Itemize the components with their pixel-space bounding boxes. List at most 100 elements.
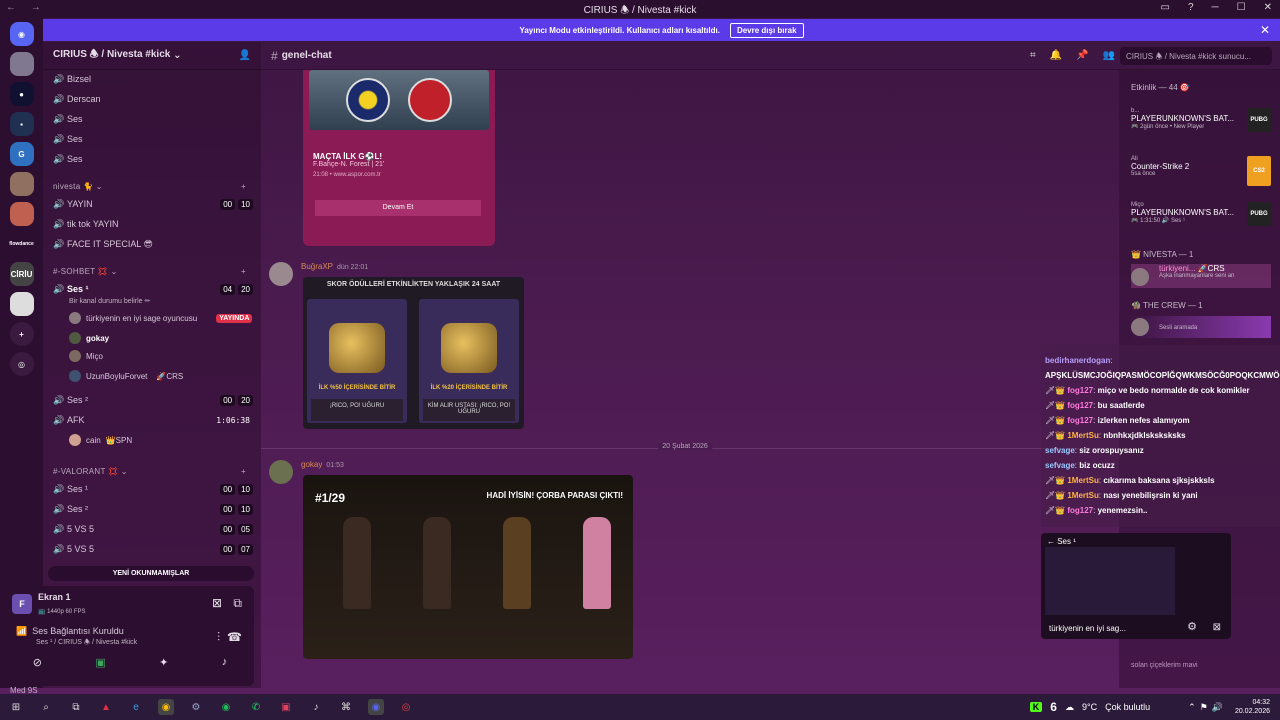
voice-channel-ses2[interactable]: 🔊 Ses ² 00 20 <box>53 391 253 409</box>
discord-icon[interactable]: ◉ <box>368 699 384 715</box>
chrome-icon[interactable]: ◉ <box>158 699 174 715</box>
channel-item[interactable]: 🔊 Ses ¹ 00 10 <box>53 480 253 498</box>
stop-stream-icon[interactable]: ⊠ <box>212 596 222 610</box>
explore-icon[interactable]: ◎ <box>9 352 34 376</box>
channel-item[interactable]: 🔊 YAYIN 00 10 <box>53 195 253 213</box>
pin-icon[interactable]: 📌 <box>1076 50 1088 61</box>
voice-user[interactable]: gokay <box>69 330 109 346</box>
server-icon[interactable] <box>9 202 34 226</box>
noise-suppression-icon[interactable]: ⫶ <box>217 630 220 645</box>
search-icon[interactable]: ⌕ <box>38 699 54 715</box>
invite-icon[interactable]: 👤 <box>239 50 251 61</box>
continue-button[interactable]: Devam Et <box>315 200 481 216</box>
server-icon[interactable]: G <box>9 142 34 166</box>
message-author[interactable]: BuğraXP <box>301 262 333 271</box>
server-icon[interactable]: CİRİU <box>9 262 34 286</box>
voice-user[interactable]: UzunBoyluForvet 🚀CRS <box>69 368 183 384</box>
channel-item[interactable]: 🔊 Bizsel <box>53 70 253 88</box>
member-item[interactable]: Sesli aramada <box>1131 316 1271 338</box>
game-screenshot[interactable]: #1/29 HADİ İYİSİN! ÇORBA PARASI ÇIKTI! <box>303 475 633 659</box>
screen-share-icon[interactable]: ▣ <box>95 656 105 669</box>
popout-icon[interactable]: ⊠ <box>1213 622 1221 633</box>
close-banner-icon[interactable]: ✕ <box>1260 23 1270 37</box>
category-sohbet[interactable]: #-SOHBET 💢 ⌄ + <box>53 267 246 276</box>
reward-box: İLK %50 İÇERİSİNDE BİTİR ¡RICO, PO! UĞURU <box>307 299 407 423</box>
search-input[interactable]: CIRIUS 🕭 / Nivesta #kick sunucu... <box>1120 47 1272 65</box>
whatsapp-icon[interactable]: ✆ <box>248 699 264 715</box>
tiktok-icon[interactable]: ♪ <box>308 699 324 715</box>
camera-off-icon[interactable]: ⊘ <box>33 656 42 669</box>
app-icon[interactable]: ▣ <box>278 699 294 715</box>
voice-user[interactable]: cain 👑SPN <box>69 432 132 448</box>
category-valorant[interactable]: #-VALORANT 💢 ⌄ + <box>53 467 246 476</box>
channel-item[interactable]: 🔊 Ses <box>53 130 253 148</box>
channel-item[interactable]: 🔊 5 VS 5 00 05 <box>53 520 253 538</box>
channel-item[interactable]: 🔊 Ses <box>53 110 253 128</box>
add-channel-icon[interactable]: + <box>241 267 246 276</box>
avatar[interactable] <box>269 262 293 286</box>
activity-item[interactable]: Ali Counter-Strike 2 5sa önce CS2 <box>1131 156 1271 186</box>
inbox-icon[interactable]: ▭ <box>1161 2 1170 13</box>
member-item[interactable]: türkiyeni... 🚀CRS Aşka inanmayanlare seni… <box>1131 264 1271 288</box>
server-icon[interactable]: ▪ <box>9 112 34 136</box>
server-icon[interactable]: ● <box>9 82 34 106</box>
capcut-icon[interactable]: ⌘ <box>338 699 354 715</box>
server-icon[interactable]: flowdance <box>9 232 34 256</box>
discord-home-icon[interactable]: ◉ <box>9 22 34 46</box>
avatar[interactable] <box>269 460 293 484</box>
channel-item[interactable]: 🔊 Derscan <box>53 90 253 108</box>
server-icon[interactable] <box>9 52 34 76</box>
maximize-button[interactable]: ☐ <box>1237 2 1246 13</box>
activity-item[interactable]: Miço PLAYERUNKNOWN'S BAT... 🎮 1:31:50 🔊 Se… <box>1131 202 1271 226</box>
server-header[interactable]: CIRIUS 🕭 / Nivesta #kick ⌄ 👤 <box>43 42 261 70</box>
category-nivesta[interactable]: nivesta 🐈 ⌄ + <box>53 182 246 191</box>
clock[interactable]: 04:32 20.02.2026 <box>1235 698 1270 716</box>
stream-pip[interactable]: ← Ses ¹ türkiyenin en iyi sag... ⚙ ⊠ <box>1041 533 1231 639</box>
tray-icons[interactable]: ⌃⚑🔊 <box>1188 702 1227 713</box>
channel-item[interactable]: 🔊 5 VS 5 00 07 <box>53 540 253 558</box>
add-channel-icon[interactable]: + <box>241 467 246 476</box>
chat-area: MAÇTA İLK G⚽L! F.Bahçe-N. Forest | 21' 2… <box>261 70 1119 688</box>
weather-temp[interactable]: 9°C <box>1082 702 1097 712</box>
add-server-icon[interactable]: + <box>9 322 34 346</box>
close-button[interactable]: ✕ <box>1264 2 1272 13</box>
message-author[interactable]: gokay <box>301 460 322 469</box>
help-icon[interactable]: ? <box>1188 2 1194 13</box>
valorant-icon[interactable]: ▲ <box>98 699 114 715</box>
reward-image[interactable]: SKOR ÖDÜLLERİ ETKİNLİKTEN YAKLAŞIK 24 SA… <box>303 277 524 429</box>
disconnect-icon[interactable]: ☎ <box>227 630 242 644</box>
members-icon[interactable]: 👥 <box>1103 50 1115 61</box>
activities-icon[interactable]: ✦ <box>159 656 168 669</box>
new-unreads-button[interactable]: YENİ OKUNMAMIŞLAR <box>48 566 254 581</box>
server-name: CIRIUS 🕭 / Nivesta #kick <box>53 49 171 60</box>
add-channel-icon[interactable]: + <box>241 182 246 191</box>
edge-icon[interactable]: e <box>128 699 144 715</box>
windows-start-icon[interactable]: ⊞ <box>8 699 24 715</box>
task-view-icon[interactable]: ⧉ <box>68 699 84 715</box>
steam-icon[interactable]: ⚙ <box>188 699 204 715</box>
popout-icon[interactable]: ⧉ <box>233 596 242 611</box>
character <box>583 517 611 609</box>
channel-item[interactable]: 🔊 FACE IT SPECIAL 😎 <box>53 235 253 253</box>
app-icon[interactable]: ◎ <box>398 699 414 715</box>
channel-item[interactable]: 🔊 Ses ² 00 10 <box>53 500 253 518</box>
soundboard-icon[interactable]: ♪ <box>222 656 228 669</box>
bell-icon[interactable]: 🔔 <box>1050 50 1062 61</box>
activity-item[interactable]: b... PLAYERUNKNOWN'S BAT... 🎮 2gün önce • … <box>1131 108 1271 132</box>
pip-title[interactable]: ← Ses ¹ <box>1047 537 1076 546</box>
channel-status[interactable]: Bir kanal durumu belirle ✏ <box>69 293 150 309</box>
settings-icon[interactable]: ⚙ <box>1187 620 1197 633</box>
channel-item[interactable]: 🔊 Ses <box>53 150 253 168</box>
voice-user[interactable]: türkiyenin en iyi sage oyuncusu YAYINDA <box>69 310 253 326</box>
channel-item[interactable]: 🔊 tik tok YAYIN <box>53 215 253 233</box>
server-icon[interactable] <box>9 292 34 316</box>
disable-streamer-button[interactable]: Devre dışı bırak <box>729 22 804 38</box>
minimize-button[interactable]: ─ <box>1212 2 1219 13</box>
spotify-icon[interactable]: ◉ <box>218 699 234 715</box>
threads-icon[interactable]: ⌗ <box>1030 50 1036 61</box>
weather-desc[interactable]: Çok bulutlu <box>1105 702 1150 712</box>
kick-icon[interactable]: K <box>1029 702 1043 712</box>
voice-channel-afk[interactable]: 🔊 AFK 1:06:38 <box>53 411 253 429</box>
server-icon[interactable] <box>9 172 34 196</box>
voice-user[interactable]: Miço <box>69 348 103 364</box>
